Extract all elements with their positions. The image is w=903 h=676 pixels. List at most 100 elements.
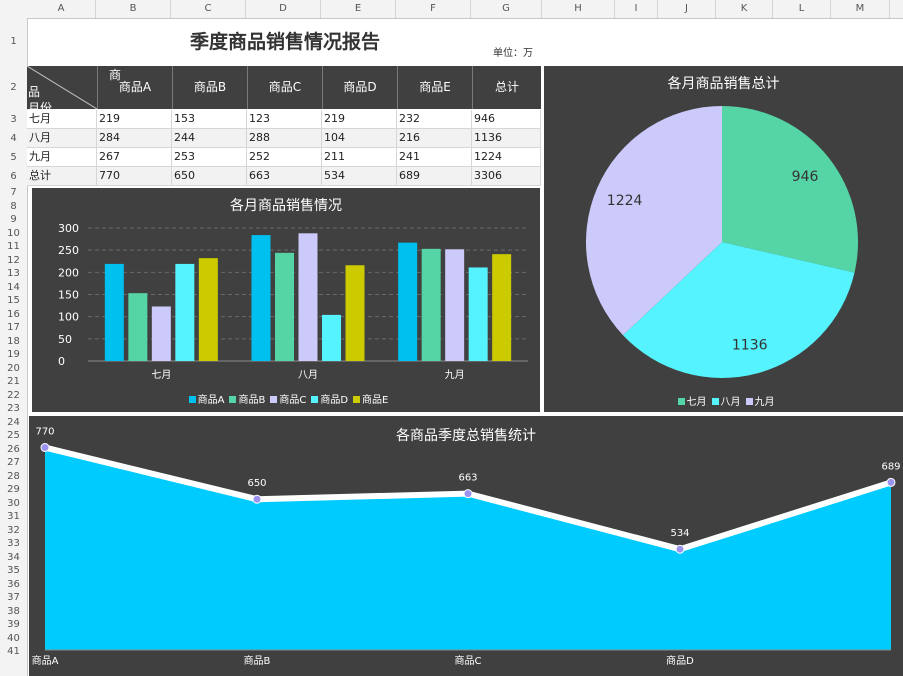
header-cell[interactable]: 商品B — [172, 66, 247, 109]
table-cell[interactable]: 253 — [172, 148, 247, 166]
table-cell[interactable]: 946 — [472, 110, 541, 128]
table-cell[interactable]: 216 — [397, 129, 472, 147]
row-label[interactable]: 36 — [0, 578, 27, 592]
table-cell[interactable]: 267 — [97, 148, 172, 166]
header-cell[interactable]: 商品A — [97, 66, 172, 109]
header-cell[interactable]: 商品D — [322, 66, 397, 109]
column-label[interactable]: B — [96, 0, 171, 18]
row-label[interactable]: 15 — [0, 294, 27, 308]
row-label[interactable]: 16 — [0, 308, 27, 322]
table-cell[interactable]: 104 — [322, 129, 397, 147]
area-chart-svg: 770 650 663 534 689 商品A 商品B 商品C 商品D — [32, 427, 901, 667]
row-label[interactable]: 13 — [0, 267, 27, 281]
row-label[interactable]: 11 — [0, 240, 27, 254]
table-cell[interactable]: 1136 — [472, 129, 541, 147]
bar-chart-panel[interactable]: 各月商品销售情况 0 50 100 150 200 250 300 七月 八月 九月 商品A 商品B… — [32, 188, 540, 412]
y-tick-label: 50 — [58, 333, 72, 346]
table-cell[interactable]: 219 — [97, 110, 172, 128]
column-label[interactable]: G — [471, 0, 542, 18]
row-label[interactable]: 27 — [0, 456, 27, 470]
row-label[interactable]: 30 — [0, 497, 27, 511]
table-cell[interactable]: 252 — [247, 148, 322, 166]
row-label[interactable]: 39 — [0, 618, 27, 632]
row-label[interactable]: 6 — [0, 167, 27, 186]
bar — [322, 314, 341, 361]
area-chart-panel[interactable]: 各商品季度总销售统计 770 650 663 534 689 商品A 商品B 商品C 商品D — [29, 416, 903, 676]
row-label[interactable]: 3 — [0, 110, 27, 129]
table-cell[interactable]: 232 — [397, 110, 472, 128]
row-label[interactable]: 31 — [0, 510, 27, 524]
row-label[interactable]: 8 — [0, 200, 27, 214]
header-cell[interactable]: 商品C — [247, 66, 322, 109]
row-label[interactable]: 5 — [0, 148, 27, 167]
table-cell[interactable]: 241 — [397, 148, 472, 166]
table-cell[interactable]: 219 — [322, 110, 397, 128]
row-label[interactable]: 22 — [0, 389, 27, 403]
bar — [445, 249, 465, 361]
column-label[interactable]: F — [396, 0, 471, 18]
column-label[interactable]: J — [658, 0, 716, 18]
column-label[interactable]: D — [246, 0, 321, 18]
row-label[interactable]: 10 — [0, 227, 27, 241]
table-cell[interactable]: 770 — [97, 167, 172, 185]
row-label[interactable]: 12 — [0, 254, 27, 268]
table-cell[interactable]: 1224 — [472, 148, 541, 166]
bar-chart-legend: 商品A 商品B 商品C 商品D 商品E — [32, 391, 540, 406]
x-tick-label: 八月 — [298, 369, 318, 381]
column-label[interactable]: C — [171, 0, 246, 18]
data-point — [40, 443, 50, 453]
row-label[interactable]: 25 — [0, 429, 27, 443]
row-label[interactable]: 17 — [0, 321, 27, 335]
column-label[interactable]: M — [831, 0, 890, 18]
table-cell[interactable]: 689 — [397, 167, 472, 185]
table-cell[interactable]: 244 — [172, 129, 247, 147]
row-label[interactable]: 14 — [0, 281, 27, 295]
row-label[interactable]: 21 — [0, 375, 27, 389]
table-cell[interactable]: 153 — [172, 110, 247, 128]
row-label[interactable]: 4 — [0, 129, 27, 148]
table-cell[interactable]: 284 — [97, 129, 172, 147]
row-label[interactable]: 33 — [0, 537, 27, 551]
table-cell[interactable]: 663 — [247, 167, 322, 185]
row-label[interactable]: 28 — [0, 470, 27, 484]
row-label[interactable]: 34 — [0, 551, 27, 565]
row-label[interactable]: 19 — [0, 348, 27, 362]
row-label-cell[interactable]: 七月 — [27, 110, 97, 128]
column-label[interactable]: I — [615, 0, 658, 18]
column-label[interactable]: K — [716, 0, 773, 18]
pie-chart-panel[interactable]: 各月商品销售总计 946 1136 1224 七月 八月 九月 — [544, 66, 903, 412]
row-label[interactable]: 2 — [0, 66, 27, 110]
header-cell[interactable]: 总计 — [472, 66, 541, 109]
column-label[interactable]: H — [542, 0, 615, 18]
row-label[interactable]: 20 — [0, 362, 27, 376]
row-label-cell[interactable]: 总计 — [27, 167, 97, 185]
row-label[interactable]: 9 — [0, 213, 27, 227]
row-label[interactable]: 1 — [0, 18, 27, 66]
row-label[interactable]: 26 — [0, 443, 27, 457]
column-label[interactable]: L — [773, 0, 831, 18]
table-cell[interactable]: 650 — [172, 167, 247, 185]
row-label-cell[interactable]: 八月 — [27, 129, 97, 147]
header-cell[interactable]: 商品E — [397, 66, 472, 109]
row-label[interactable]: 18 — [0, 335, 27, 349]
row-label-cell[interactable]: 九月 — [27, 148, 97, 166]
row-label[interactable]: 41 — [0, 645, 27, 659]
table-cell[interactable]: 211 — [322, 148, 397, 166]
table-cell[interactable]: 3306 — [472, 167, 541, 185]
row-label[interactable]: 35 — [0, 564, 27, 578]
row-label[interactable]: 37 — [0, 591, 27, 605]
row-label[interactable]: 24 — [0, 416, 27, 430]
column-label[interactable]: E — [321, 0, 396, 18]
row-label[interactable]: 40 — [0, 632, 27, 646]
row-label[interactable]: 23 — [0, 402, 27, 416]
legend-swatch — [677, 398, 685, 405]
row-label[interactable]: 38 — [0, 605, 27, 619]
table-cell[interactable]: 123 — [247, 110, 322, 128]
table-cell[interactable]: 288 — [247, 129, 322, 147]
row-label[interactable]: 32 — [0, 524, 27, 538]
row-label[interactable]: 29 — [0, 483, 27, 497]
row-label[interactable]: 7 — [0, 186, 27, 200]
legend-label: 商品A — [197, 395, 225, 406]
table-cell[interactable]: 534 — [322, 167, 397, 185]
column-label[interactable]: A — [27, 0, 96, 18]
